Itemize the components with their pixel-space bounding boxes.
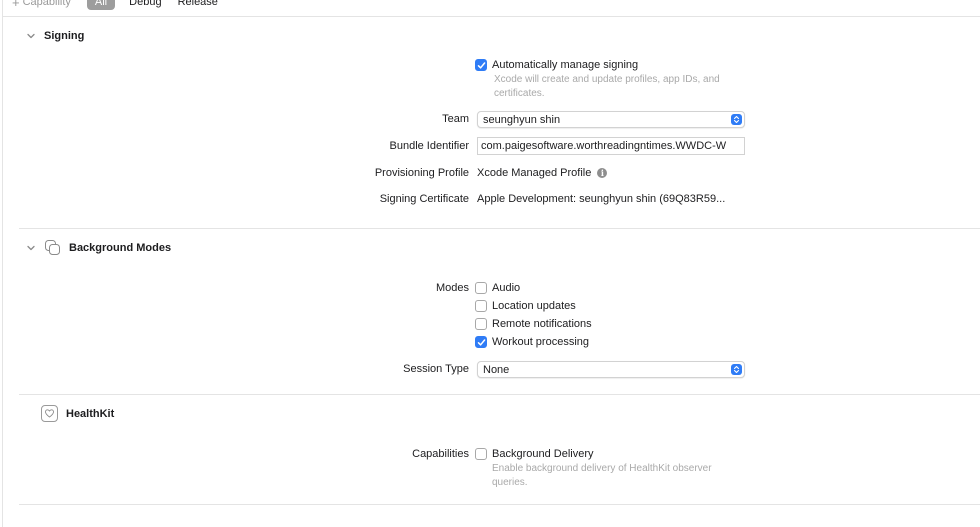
background-modes-icon	[45, 240, 60, 255]
mode-workout-processing-label: Workout processing	[492, 336, 590, 348]
healthkit-heart-icon	[41, 405, 58, 422]
signing-certificate-label: Signing Certificate	[379, 193, 469, 205]
mode-audio-checkbox[interactable]: Audio	[475, 282, 520, 294]
popup-stepper-icon	[731, 364, 742, 375]
healthkit-section-header[interactable]: HealthKit	[41, 405, 114, 422]
background-delivery-label: Background Delivery	[492, 448, 594, 460]
configuration-filter: All Debug Release	[86, 0, 226, 10]
signing-title: Signing	[44, 30, 85, 42]
filter-debug[interactable]: Debug	[121, 0, 169, 10]
background-modes-title: Background Modes	[69, 241, 172, 254]
checkbox-checked-icon[interactable]	[475, 336, 487, 348]
provisioning-profile-value: Xcode Managed Profile	[477, 167, 592, 179]
bundle-identifier-value: com.paigesoftware.worthreadingntimes.WWD…	[481, 140, 727, 152]
bundle-identifier-field[interactable]: com.paigesoftware.worthreadingntimes.WWD…	[477, 137, 745, 155]
info-icon[interactable]: i	[597, 168, 608, 179]
mode-audio-label: Audio	[492, 282, 521, 294]
section-divider	[19, 394, 980, 395]
filter-all[interactable]: All	[86, 0, 116, 10]
auto-manage-signing-help: Xcode will create and update profiles, a…	[494, 74, 720, 99]
plus-icon: +	[12, 0, 20, 10]
left-border	[2, 0, 3, 527]
session-type-label: Session Type	[403, 363, 469, 375]
checkbox-unchecked-icon[interactable]	[475, 448, 487, 460]
signing-certificate-value: Apple Development: seunghyun shin (69Q83…	[477, 193, 726, 205]
mode-location-updates-label: Location updates	[492, 300, 576, 312]
checkbox-unchecked-icon[interactable]	[475, 318, 487, 330]
popup-stepper-icon	[731, 114, 742, 125]
bundle-identifier-label: Bundle Identifier	[389, 140, 470, 152]
section-divider	[19, 504, 980, 505]
team-label: Team	[442, 113, 469, 125]
capabilities-editor: + Capability All Debug Release Signing A…	[0, 0, 980, 527]
mode-location-updates-checkbox[interactable]: Location updates	[475, 300, 576, 312]
chevron-down-icon[interactable]	[26, 31, 36, 41]
background-delivery-help: Enable background delivery of HealthKit …	[492, 463, 712, 488]
background-modes-section-header[interactable]: Background Modes	[26, 239, 171, 256]
checkbox-unchecked-icon[interactable]	[475, 300, 487, 312]
mode-remote-notifications-checkbox[interactable]: Remote notifications	[475, 318, 592, 330]
background-delivery-checkbox[interactable]: Background Delivery	[475, 448, 594, 460]
session-type-value: None	[483, 363, 510, 376]
checkbox-checked-icon[interactable]	[475, 59, 487, 71]
signing-section-header[interactable]: Signing	[26, 30, 84, 42]
team-value: seunghyun shin	[483, 113, 561, 126]
provisioning-profile-label: Provisioning Profile	[374, 167, 469, 179]
chevron-down-icon[interactable]	[26, 243, 36, 253]
session-type-popup[interactable]: None	[477, 361, 745, 378]
auto-manage-signing-checkbox[interactable]: Automatically manage signing	[475, 59, 638, 71]
checkbox-unchecked-icon[interactable]	[475, 282, 487, 294]
capability-toolbar: + Capability All Debug Release	[12, 0, 226, 10]
provisioning-profile-value-row: Xcode Managed Profile i	[477, 167, 608, 179]
add-capability-label: Capability	[22, 0, 71, 8]
team-popup[interactable]: seunghyun shin	[477, 111, 745, 128]
section-divider	[19, 228, 980, 229]
add-capability-button[interactable]: + Capability	[12, 0, 71, 9]
auto-manage-signing-label: Automatically manage signing	[492, 59, 639, 71]
mode-workout-processing-checkbox[interactable]: Workout processing	[475, 336, 589, 348]
healthkit-title: HealthKit	[66, 407, 115, 420]
capabilities-label: Capabilities	[412, 448, 469, 460]
mode-remote-notifications-label: Remote notifications	[492, 318, 592, 330]
modes-label: Modes	[435, 282, 469, 294]
toolbar-divider	[3, 16, 980, 17]
filter-release[interactable]: Release	[170, 0, 226, 10]
